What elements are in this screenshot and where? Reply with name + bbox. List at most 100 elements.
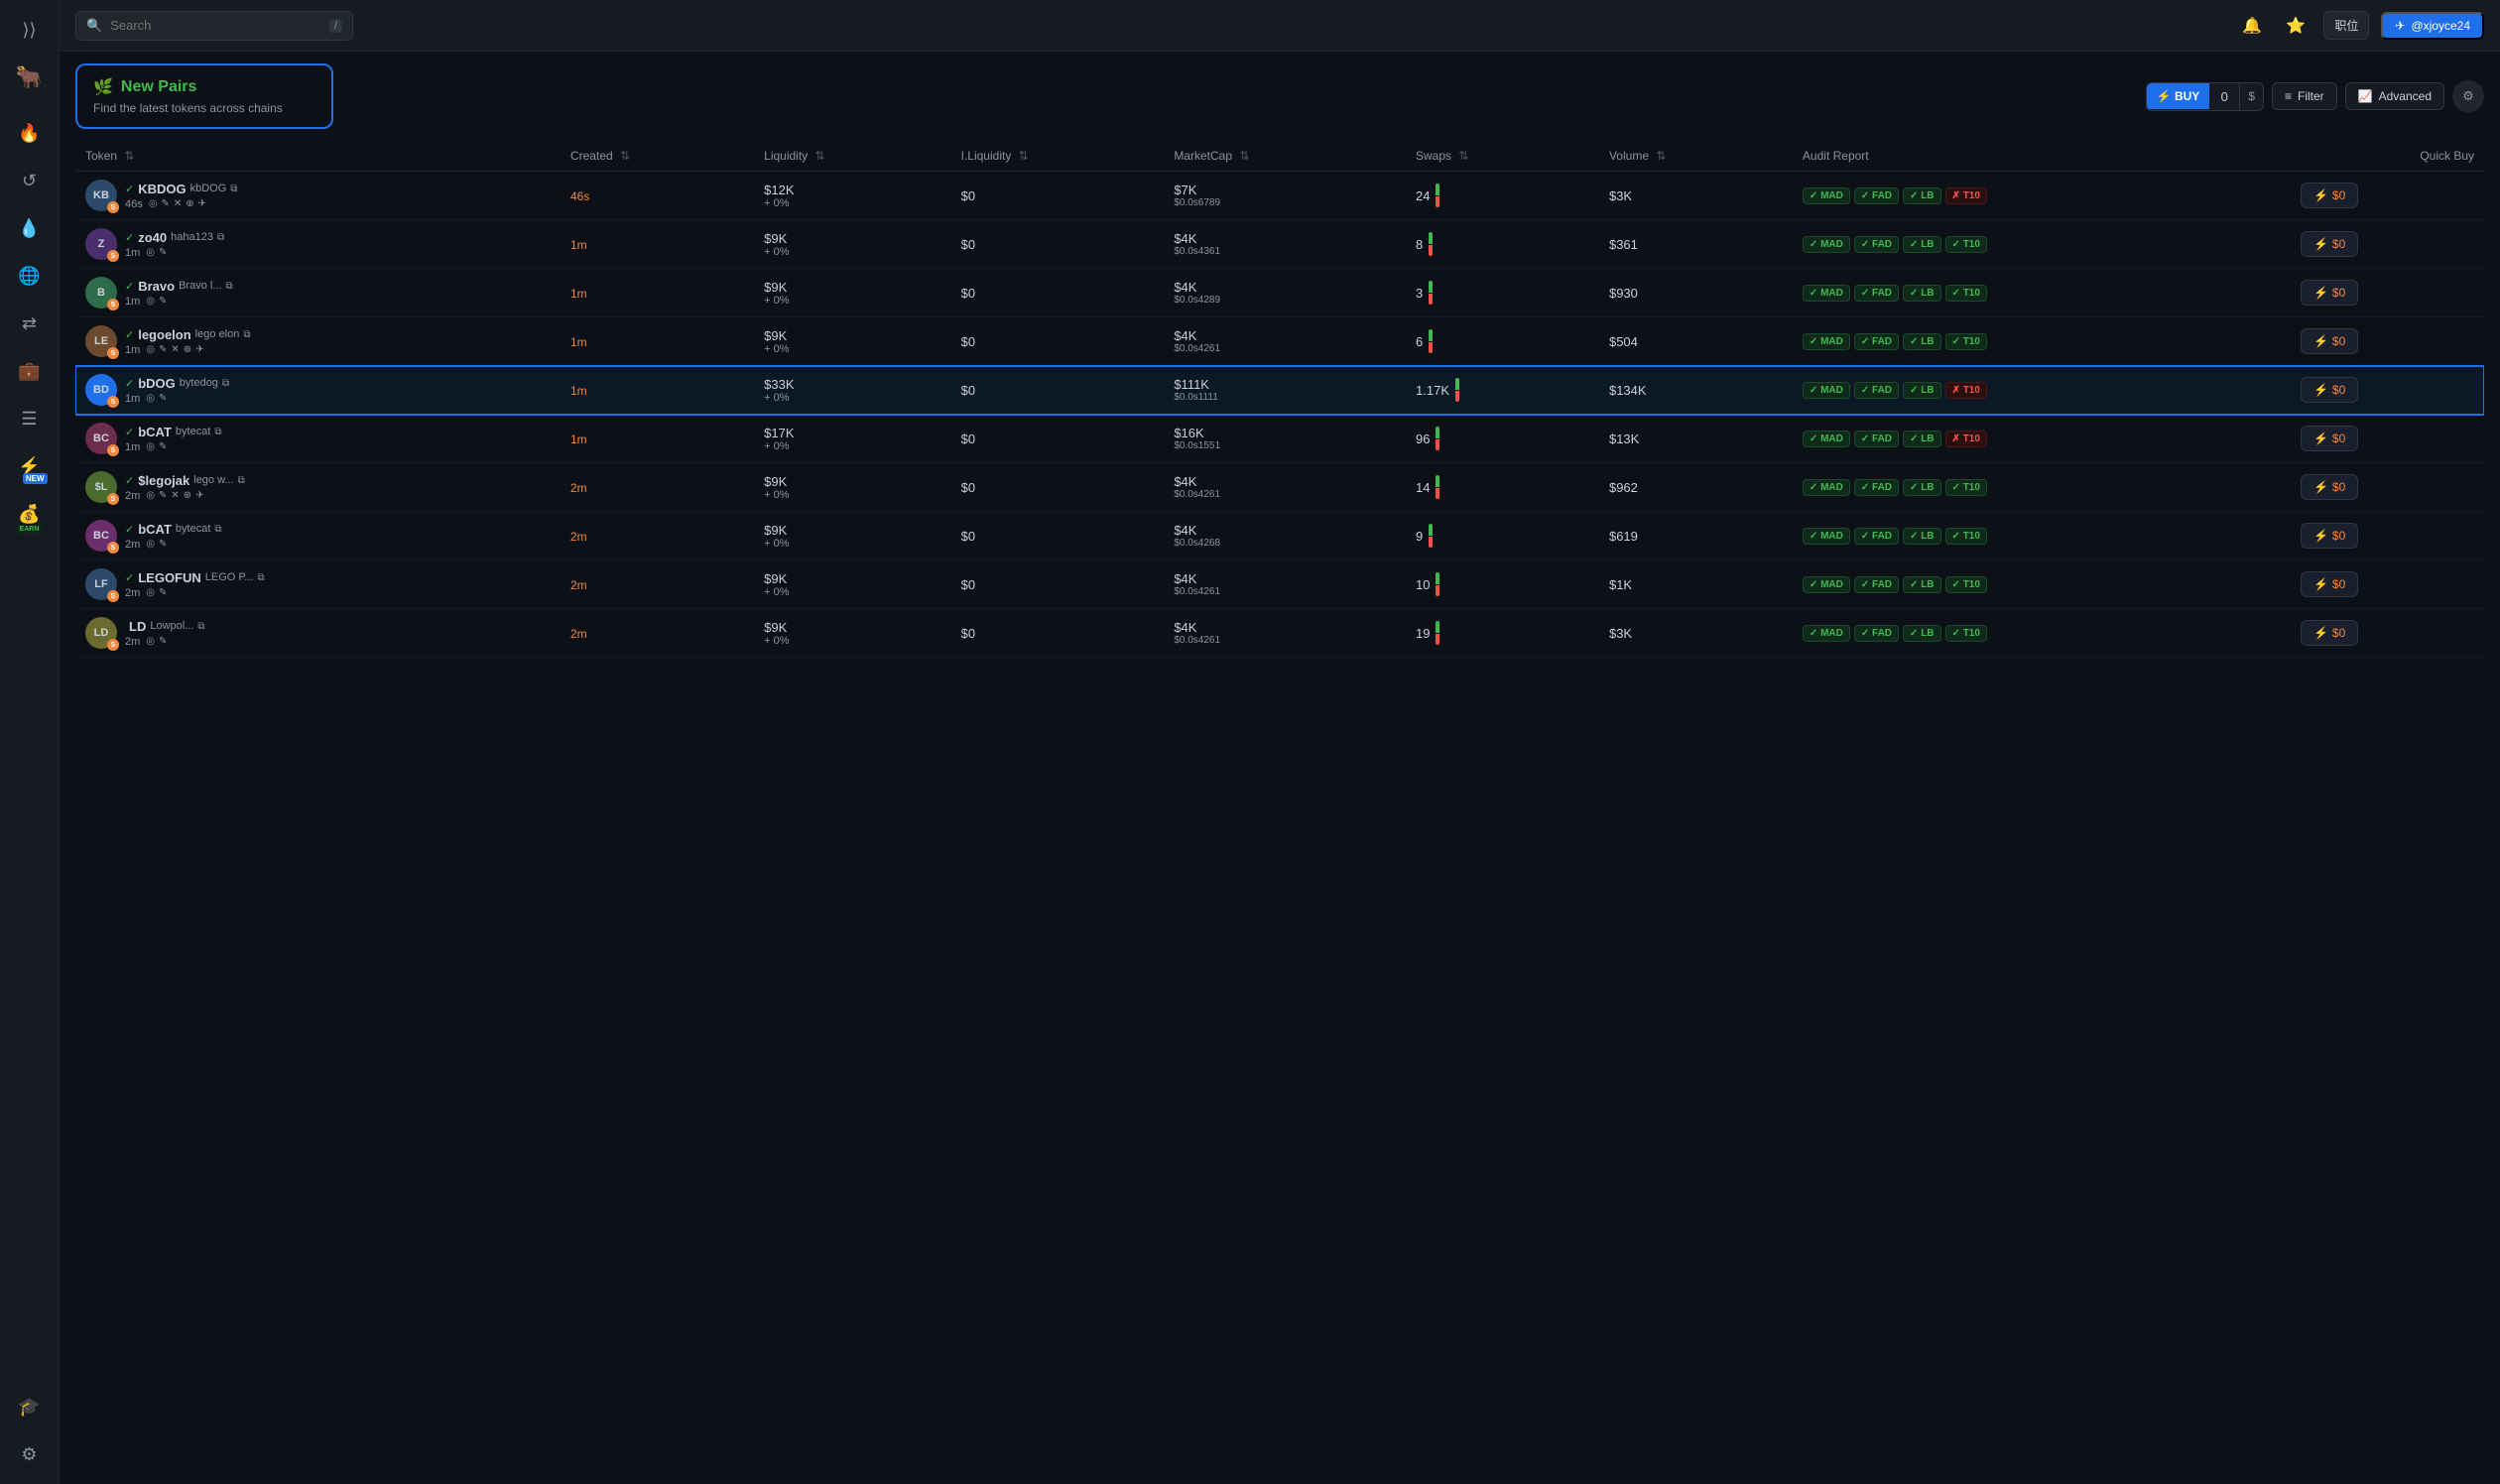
audit-badge-mad: ✓ MAD (1803, 382, 1850, 399)
flame-icon[interactable]: 🔥 (10, 113, 50, 153)
star-icon[interactable]: ⭐ (2280, 10, 2312, 42)
quick-buy-button[interactable]: ⚡ $0 (2301, 523, 2358, 549)
token-link-icon[interactable]: ✈ (195, 490, 203, 501)
audit-cell: ✓ MAD✓ FAD✓ LB✓ T10 (1793, 560, 2291, 609)
table-row[interactable]: $L S ✓ $legojak lego w... ⧉ 2m ◎✎✕⊕✈ (75, 463, 2484, 512)
token-link-icon[interactable]: ⊕ (184, 344, 191, 355)
search-box[interactable]: 🔍 / (75, 11, 353, 41)
token-link-icon[interactable]: ✕ (174, 198, 182, 209)
token-link-icon[interactable]: ◎ (146, 539, 155, 550)
drop-icon[interactable]: 💧 (10, 208, 50, 248)
search-input[interactable] (110, 18, 321, 33)
iliquidity-cell: $0 (951, 366, 1165, 415)
col-created[interactable]: Created ⇅ (561, 141, 754, 172)
quick-buy-button[interactable]: ⚡ $0 (2301, 571, 2358, 597)
table-row[interactable]: Z S ✓ zo40 haha123 ⧉ 1m ◎✎ (75, 220, 2484, 269)
notification-icon[interactable]: 🔔 (2236, 10, 2268, 42)
copy-icon[interactable]: ⧉ (225, 281, 232, 292)
token-link-icon[interactable]: ◎ (149, 198, 158, 209)
settings-round-button[interactable]: ⚙ (2452, 80, 2484, 112)
copy-icon[interactable]: ⧉ (258, 572, 265, 583)
col-iliquidity[interactable]: I.Liquidity ⇅ (951, 141, 1165, 172)
token-link-icon[interactable]: ◎ (146, 636, 155, 647)
quick-buy-button[interactable]: ⚡ $0 (2301, 474, 2358, 500)
token-link-icon[interactable]: ✎ (159, 247, 167, 258)
swap-icon[interactable]: ⇄ (10, 304, 50, 343)
expand-icon[interactable]: ⟩⟩ (10, 10, 50, 50)
earn-icon[interactable]: 💰 EARN (10, 494, 50, 534)
advanced-button[interactable]: 📈 Advanced (2345, 82, 2444, 110)
token-link-icon[interactable]: ◎ (146, 296, 155, 307)
token-link-icon[interactable]: ◎ (146, 247, 155, 258)
token-link-icon[interactable]: ◎ (146, 393, 155, 404)
lightning-icon: ⚡ (2313, 286, 2328, 300)
table-row[interactable]: LE S ✓ legoelon lego elon ⧉ 1m ◎✎✕⊕✈ (75, 317, 2484, 366)
table-row[interactable]: BD S ✓ bDOG bytedog ⧉ 1m ◎✎ (75, 366, 2484, 415)
volume-cell: $361 (1599, 220, 1793, 269)
token-link-icon[interactable]: ✈ (198, 198, 206, 209)
quick-buy-button[interactable]: ⚡ $0 (2301, 280, 2358, 306)
token-link-icon[interactable]: ✎ (159, 490, 167, 501)
table-row[interactable]: KB S ✓ KBDOG kbDOG ⧉ 46s ◎✎✕⊕✈ (75, 172, 2484, 220)
learn-icon[interactable]: 🎓 (10, 1387, 50, 1426)
filter-button[interactable]: ≡ Filter (2272, 82, 2337, 110)
table-row[interactable]: LD S LD Lowpol... ⧉ 2m ◎✎ (75, 609, 2484, 658)
col-liquidity[interactable]: Liquidity ⇅ (754, 141, 950, 172)
table-row[interactable]: LF S ✓ LEGOFUN LEGO P... ⧉ 2m ◎✎ (75, 560, 2484, 609)
token-link-icon[interactable]: ⊕ (184, 490, 191, 501)
audit-badge-t10: ✓ T10 (1945, 285, 1987, 302)
bull-logo-icon[interactable]: 🐂 (10, 58, 50, 97)
history-icon[interactable]: ↺ (10, 161, 50, 200)
token-link-icon[interactable]: ✈ (195, 344, 203, 355)
token-link-icon[interactable]: ✕ (171, 344, 179, 355)
header-controls: ⚡ BUY 0 $ ≡ Filter 📈 Advanced ⚙ (2146, 80, 2484, 112)
list-icon[interactable]: ☰ (10, 399, 50, 438)
swap-bar (1436, 475, 1439, 499)
table-row[interactable]: BC S ✓ bCAT bytecat ⧉ 2m ◎✎ (75, 512, 2484, 560)
new-icon[interactable]: ⚡ NEW (10, 446, 50, 486)
copy-icon[interactable]: ⧉ (217, 232, 224, 243)
copy-icon[interactable]: ⧉ (214, 427, 221, 437)
token-link-icon[interactable]: ⊕ (186, 198, 193, 209)
token-link-icon[interactable]: ✎ (159, 393, 167, 404)
copy-icon[interactable]: ⧉ (238, 475, 245, 486)
globe-icon[interactable]: 🌐 (10, 256, 50, 296)
quick-buy-button[interactable]: ⚡ $0 (2301, 377, 2358, 403)
language-button[interactable]: 职位 (2323, 11, 2369, 40)
col-swaps[interactable]: Swaps ⇅ (1406, 141, 1599, 172)
token-link-icon[interactable]: ◎ (146, 490, 155, 501)
token-link-icon[interactable]: ◎ (146, 441, 155, 452)
table-row[interactable]: B S ✓ Bravo Bravo l... ⧉ 1m ◎✎ (75, 269, 2484, 317)
token-link-icon[interactable]: ✎ (159, 296, 167, 307)
copy-icon[interactable]: ⧉ (197, 621, 204, 632)
token-link-icon[interactable]: ✕ (171, 490, 179, 501)
token-link-icon[interactable]: ✎ (159, 587, 167, 598)
token-link-icon[interactable]: ✎ (159, 636, 167, 647)
col-marketcap[interactable]: MarketCap ⇅ (1164, 141, 1406, 172)
created-cell: 1m (561, 317, 754, 366)
table-row[interactable]: BC S ✓ bCAT bytecat ⧉ 1m ◎✎ (75, 415, 2484, 463)
quick-buy-button[interactable]: ⚡ $0 (2301, 231, 2358, 257)
token-link-icon[interactable]: ✎ (159, 539, 167, 550)
quick-buy-button[interactable]: ⚡ $0 (2301, 426, 2358, 451)
copy-icon[interactable]: ⧉ (243, 329, 250, 340)
quickbuy-cell: ⚡ $0 (2291, 560, 2484, 609)
quick-buy-button[interactable]: ⚡ $0 (2301, 328, 2358, 354)
user-button[interactable]: ✈ @xjoyce24 (2381, 12, 2484, 40)
buy-value[interactable]: 0 (2209, 83, 2239, 110)
copy-icon[interactable]: ⧉ (222, 378, 229, 389)
quick-buy-button[interactable]: ⚡ $0 (2301, 183, 2358, 208)
token-link-icon[interactable]: ✎ (159, 441, 167, 452)
table-container: Token ⇅ Created ⇅ Liquidity ⇅ I.Liquidit… (75, 141, 2484, 1472)
token-link-icon[interactable]: ◎ (146, 587, 155, 598)
token-cell: $L S ✓ $legojak lego w... ⧉ 2m ◎✎✕⊕✈ (75, 463, 561, 512)
wallet-icon[interactable]: 💼 (10, 351, 50, 391)
settings-icon[interactable]: ⚙ (10, 1434, 50, 1474)
token-link-icon[interactable]: ✎ (159, 344, 167, 355)
copy-icon[interactable]: ⧉ (214, 524, 221, 535)
quick-buy-button[interactable]: ⚡ $0 (2301, 620, 2358, 646)
col-volume[interactable]: Volume ⇅ (1599, 141, 1793, 172)
copy-icon[interactable]: ⧉ (230, 184, 237, 194)
token-link-icon[interactable]: ◎ (146, 344, 155, 355)
token-link-icon[interactable]: ✎ (161, 198, 169, 209)
